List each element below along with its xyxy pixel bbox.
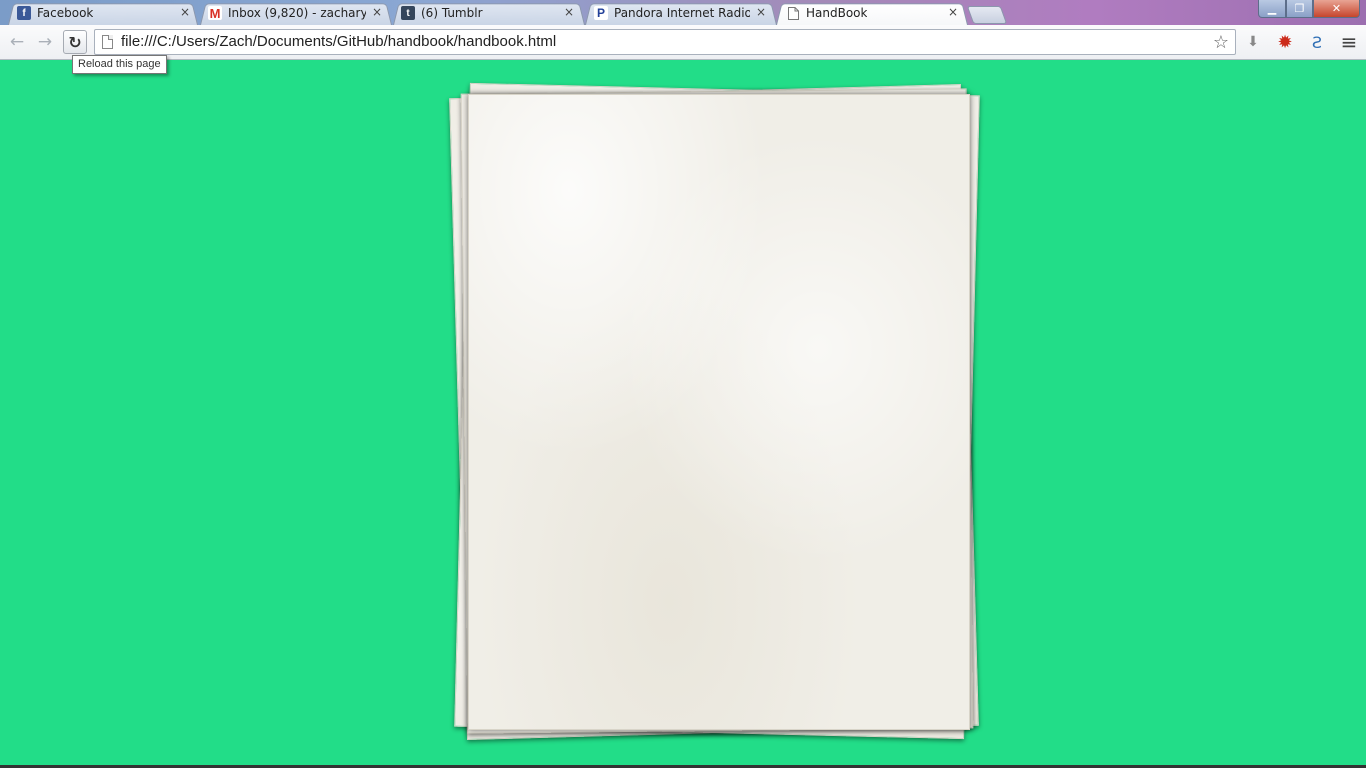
minimize-button[interactable]: ▁: [1258, 0, 1286, 18]
window-controls: ▁ ❐ ✕: [1258, 0, 1360, 18]
back-button[interactable]: ←: [5, 31, 29, 53]
tab-title: Inbox (9,820) - zacharytren: [228, 6, 366, 20]
page-icon: [102, 35, 113, 49]
reload-button[interactable]: ↻: [63, 30, 87, 54]
blue-swirl-extension-icon[interactable]: Ƨ: [1307, 32, 1327, 52]
address-text[interactable]: file:///C:/Users/Zach/Documents/GitHub/h…: [121, 33, 556, 50]
pandora-icon: P: [594, 6, 608, 20]
red-gear-extension-icon[interactable]: ✹: [1275, 32, 1295, 53]
tumblr-icon: t: [401, 6, 415, 20]
tab-handbook-content[interactable]: HandBook: [786, 3, 936, 23]
bookmark-star-icon[interactable]: ☆: [1213, 32, 1229, 53]
tab-title: HandBook: [806, 6, 868, 20]
tab-title: (6) Tumblr: [421, 6, 483, 20]
tab-pandora-content[interactable]: P Pandora Internet Radio - L: [594, 3, 750, 23]
facebook-icon: f: [17, 6, 31, 20]
window-titlebar: f Facebook × M Inbox (9,820) - zacharytr…: [0, 0, 1366, 26]
menu-icon[interactable]: ≡: [1339, 30, 1359, 54]
tab-title: Facebook: [37, 6, 94, 20]
close-icon[interactable]: ×: [562, 5, 576, 19]
tab-title: Pandora Internet Radio - L: [614, 6, 750, 20]
browser-toolbar: ← → ↻ file:///C:/Users/Zach/Documents/Gi…: [0, 25, 1366, 60]
close-icon[interactable]: ×: [370, 5, 384, 19]
tooltip: Reload this page: [72, 55, 167, 74]
document-icon: [786, 6, 800, 20]
forward-button[interactable]: →: [33, 31, 57, 53]
handbook-page: [468, 94, 970, 730]
close-window-button[interactable]: ✕: [1313, 0, 1360, 18]
tab-facebook-content[interactable]: f Facebook: [17, 3, 177, 23]
gmail-icon: M: [208, 5, 222, 21]
page-content: [0, 61, 1366, 768]
close-icon[interactable]: ×: [946, 5, 960, 19]
tab-tumblr-content[interactable]: t (6) Tumblr: [401, 3, 559, 23]
tab-gmail-content[interactable]: M Inbox (9,820) - zacharytren: [208, 3, 366, 23]
close-icon[interactable]: ×: [178, 5, 192, 19]
new-tab-button[interactable]: [966, 6, 1008, 24]
close-icon[interactable]: ×: [754, 5, 768, 19]
download-extension-icon[interactable]: ⬇: [1243, 32, 1263, 52]
maximize-button[interactable]: ❐: [1286, 0, 1313, 18]
address-bar[interactable]: file:///C:/Users/Zach/Documents/GitHub/h…: [94, 29, 1236, 55]
